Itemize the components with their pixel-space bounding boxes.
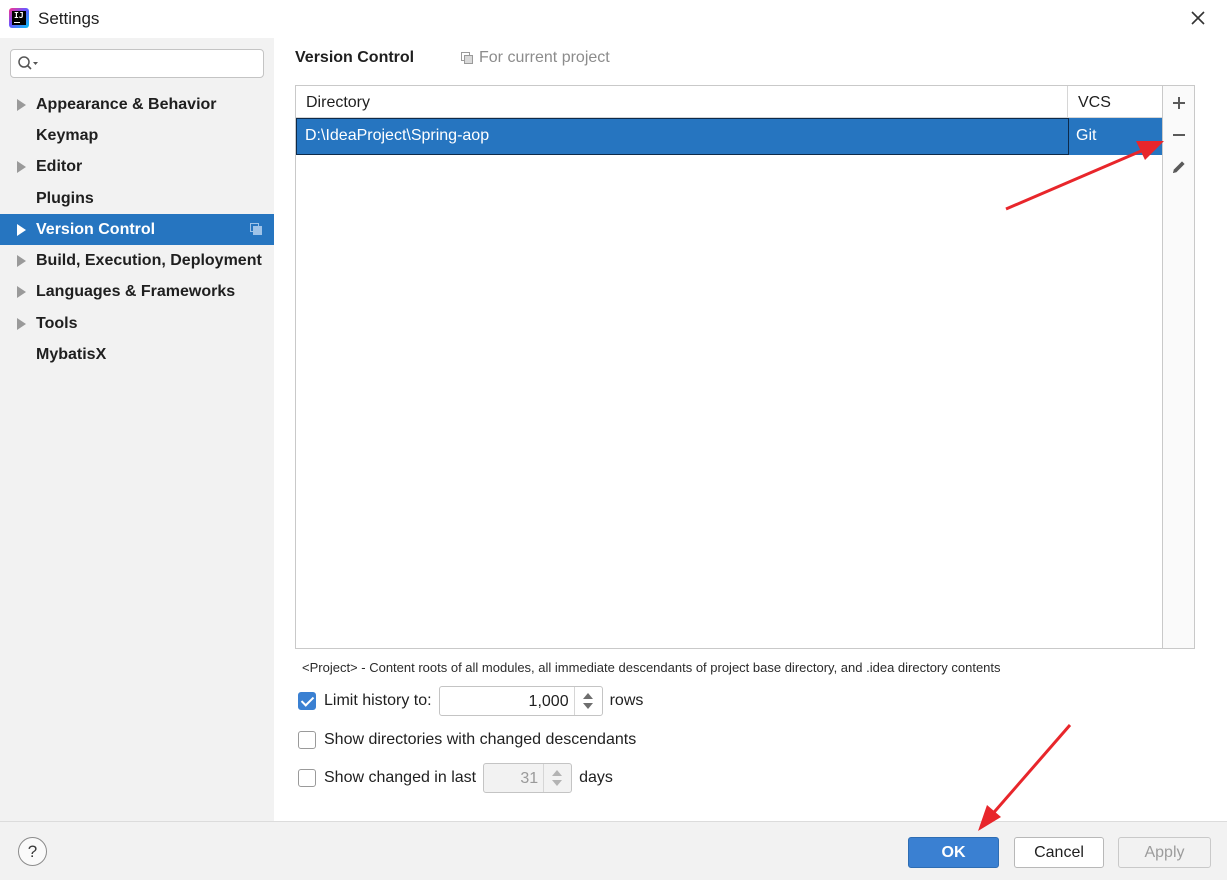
spinner-down-icon[interactable] <box>582 703 593 709</box>
vcs-mappings-table: Directory VCS D:\IdeaProject\Spring-aop … <box>295 85 1163 649</box>
limit-history-value[interactable]: 1,000 <box>529 693 569 711</box>
sidebar-item-label: Plugins <box>36 189 94 207</box>
search-icon <box>18 56 38 70</box>
sidebar-item-label: Keymap <box>36 126 99 144</box>
minus-icon[interactable] <box>1167 123 1191 147</box>
sidebar-item-label: Editor <box>36 158 83 176</box>
spinner-up-icon <box>552 770 563 776</box>
sidebar-item-label: Tools <box>36 314 78 332</box>
search-field[interactable] <box>10 49 264 78</box>
show-changed-value: 31 <box>520 770 539 787</box>
title-bar: IJ Settings <box>0 0 1227 38</box>
sidebar-item-plugins[interactable]: Plugins <box>0 183 274 214</box>
sidebar-item-label: MybatisX <box>36 346 107 364</box>
limit-history-label[interactable]: Limit history to: <box>324 692 432 710</box>
show-changed-checkbox[interactable] <box>298 769 316 787</box>
settings-sidebar: Appearance & Behavior Keymap Editor Plug… <box>0 38 274 821</box>
spinner-separator <box>543 764 545 792</box>
show-dirs-checkbox[interactable] <box>298 731 316 749</box>
spinner-up-icon[interactable] <box>582 693 593 699</box>
table-row[interactable]: D:\IdeaProject\Spring-aop Git <box>296 118 1162 155</box>
sidebar-item-appearance-behavior[interactable]: Appearance & Behavior <box>0 89 274 120</box>
column-header-vcs[interactable]: VCS <box>1078 94 1111 112</box>
show-changed-suffix: days <box>579 769 613 786</box>
page-title: Version Control <box>295 49 415 66</box>
settings-content: Version Control For current project Dire… <box>274 38 1227 821</box>
directory-cell[interactable]: D:\IdeaProject\Spring-aop <box>296 118 1069 155</box>
sidebar-item-build-execution-deployment[interactable]: Build, Execution, Deployment <box>0 245 274 276</box>
help-button[interactable]: ? <box>18 837 47 866</box>
expand-arrow-icon[interactable] <box>17 98 26 111</box>
show-dirs-label[interactable]: Show directories with changed descendant… <box>324 731 636 749</box>
limit-history-spinner[interactable]: 1,000 <box>438 686 603 716</box>
project-scope-icon <box>461 52 473 64</box>
sidebar-item-label: Version Control <box>36 220 156 238</box>
dialog-footer: ? OK Cancel Apply <box>0 821 1227 880</box>
table-toolbar <box>1163 85 1195 649</box>
sidebar-item-keymap[interactable]: Keymap <box>0 120 274 151</box>
sidebar-item-mybatisx[interactable]: MybatisX <box>0 339 274 370</box>
settings-tree: Appearance & Behavior Keymap Editor Plug… <box>0 89 274 371</box>
spinner-down-icon <box>552 780 563 786</box>
column-separator[interactable] <box>1067 86 1068 118</box>
project-scope-icon <box>250 223 262 236</box>
sidebar-item-label: Languages & Frameworks <box>36 283 236 301</box>
column-header-directory[interactable]: Directory <box>306 94 370 112</box>
plus-icon[interactable] <box>1167 91 1191 115</box>
table-header: Directory VCS <box>296 86 1162 118</box>
show-changed-label[interactable]: Show changed in last <box>324 769 476 787</box>
sidebar-item-languages-frameworks[interactable]: Languages & Frameworks <box>0 277 274 308</box>
show-changed-spinner: 31 <box>483 763 573 793</box>
intellij-icon: IJ <box>9 8 29 28</box>
sidebar-item-version-control[interactable]: Version Control <box>0 214 274 246</box>
show-changed-option: Show changed in last 31 days <box>298 763 613 793</box>
sidebar-item-label: Appearance & Behavior <box>36 95 217 113</box>
scope-label: For current project <box>479 49 610 66</box>
pencil-icon[interactable] <box>1167 155 1191 179</box>
sidebar-item-label: Build, Execution, Deployment <box>36 252 262 270</box>
expand-arrow-icon[interactable] <box>17 255 26 268</box>
apply-button: Apply <box>1118 837 1211 868</box>
cancel-button[interactable]: Cancel <box>1014 837 1104 868</box>
show-dirs-option: Show directories with changed descendant… <box>298 731 636 749</box>
expand-arrow-icon[interactable] <box>17 223 26 236</box>
expand-arrow-icon[interactable] <box>17 286 26 299</box>
limit-history-suffix: rows <box>609 692 644 709</box>
scope-hint: For current project <box>461 49 610 67</box>
window-title: Settings <box>38 9 100 28</box>
limit-history-checkbox[interactable] <box>298 692 316 710</box>
close-icon[interactable] <box>1186 6 1210 30</box>
sidebar-item-tools[interactable]: Tools <box>0 308 274 339</box>
vcs-cell[interactable]: Git <box>1076 127 1096 145</box>
search-input[interactable] <box>43 53 257 74</box>
expand-arrow-icon[interactable] <box>17 161 26 174</box>
ok-button[interactable]: OK <box>908 837 999 868</box>
spinner-separator <box>573 687 575 715</box>
limit-history-option: Limit history to: 1,000 rows <box>298 686 643 716</box>
sidebar-item-editor[interactable]: Editor <box>0 152 274 183</box>
content-roots-note: <Project> - Content roots of all modules… <box>302 660 1001 675</box>
expand-arrow-icon[interactable] <box>17 317 26 330</box>
